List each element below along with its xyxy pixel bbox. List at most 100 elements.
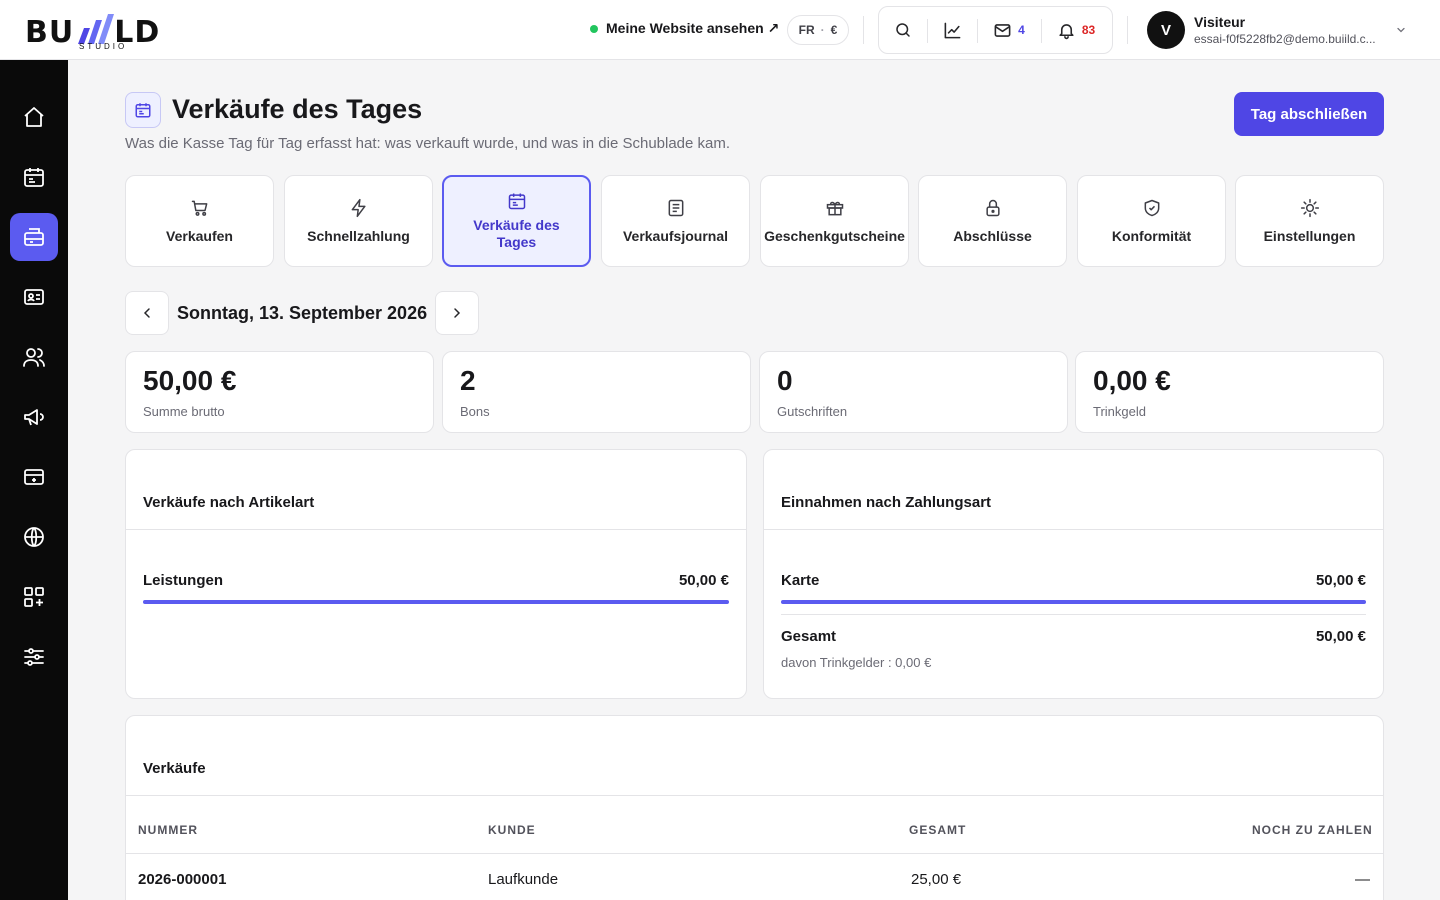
stat-label: Gutschriften [777, 404, 848, 419]
close-day-button[interactable]: Tag abschließen [1234, 92, 1384, 136]
card-title: Verkäufe nach Artikelart [126, 450, 746, 530]
chevron-left-icon [143, 308, 150, 318]
tab-settings[interactable]: Einstellungen [1235, 175, 1384, 267]
column-header-customer[interactable]: KUNDE [488, 823, 536, 837]
type-label: Leistungen [143, 572, 224, 589]
card-title: Verkäufe [126, 716, 1383, 796]
cash-register-icon [24, 228, 44, 246]
tab-closings[interactable]: Abschlüsse [918, 175, 1067, 267]
sidebar-item-apps[interactable] [10, 573, 58, 621]
type-share-bar [143, 600, 729, 604]
page-title-icon [125, 92, 161, 128]
sidebar-item-calendar[interactable] [10, 153, 58, 201]
calendar-icon [24, 168, 44, 187]
sidebar-item-settings[interactable] [10, 633, 58, 681]
document-icon [668, 199, 683, 216]
stat-label: Summe brutto [143, 404, 225, 419]
payment-label: Karte [781, 572, 820, 589]
language-currency-switch[interactable]: FR · € [787, 15, 849, 45]
currency-label: € [830, 23, 838, 37]
chevron-down-icon[interactable] [1395, 24, 1407, 36]
view-website-label: Meine Website ansehen ↗ [606, 20, 780, 36]
tab-label: Abschlüsse [953, 227, 1032, 244]
payment-row: Karte 50,00 € [781, 572, 1366, 589]
analytics-button[interactable] [927, 7, 977, 53]
user-email: essai-f0f5228fb2@demo.buiild.c... [1194, 32, 1376, 46]
sidebar-item-team[interactable] [10, 333, 58, 381]
sidebar-item-contacts[interactable] [10, 273, 58, 321]
column-header-number[interactable]: NUMMER [138, 823, 198, 837]
total-value: 50,00 € [1315, 628, 1366, 645]
sidebar-item-payments[interactable] [10, 453, 58, 501]
tab-label: Geschenkgutscheine [764, 227, 905, 244]
users-icon [23, 348, 45, 367]
tab-sell[interactable]: Verkaufen [125, 175, 274, 267]
stat-gross-total: 50,00 € Summe brutto [125, 351, 434, 433]
divider [863, 16, 864, 44]
stat-tips: 0,00 € Trinkgeld [1075, 351, 1384, 433]
page-subtitle: Was die Kasse Tag für Tag erfasst hat: w… [125, 135, 731, 152]
column-header-due[interactable]: NOCH ZU ZAHLEN [1252, 823, 1373, 837]
sales-by-type-card: Verkäufe nach Artikelart Leistungen 50,0… [125, 449, 747, 699]
tab-sales-journal[interactable]: Verkaufsjournal [601, 175, 750, 267]
sale-customer: Laufkunde [488, 871, 559, 888]
payment-terminal-icon [24, 469, 44, 485]
calendar-icon [135, 103, 151, 118]
chevron-right-icon [454, 308, 461, 318]
tab-label: Verkäufe des Tages [473, 217, 560, 250]
stat-value: 2 [460, 365, 476, 396]
sidebar-item-marketing[interactable] [10, 393, 58, 441]
divider [126, 853, 1383, 854]
revenue-by-payment-card: Einnahmen nach Zahlungsart Karte 50,00 €… [763, 449, 1384, 699]
id-card-icon [24, 289, 44, 305]
tab-label: Einstellungen [1263, 227, 1356, 244]
logo-subtitle: STUDIO [79, 42, 128, 51]
user-name: Visiteur [1194, 14, 1246, 30]
tab-quick-pay[interactable]: Schnellzahlung [284, 175, 433, 267]
stat-receipts: 2 Bons [442, 351, 751, 433]
next-day-button[interactable] [435, 291, 480, 335]
notifications-count: 83 [1081, 23, 1096, 37]
stat-credit-notes: 0 Gutschriften [759, 351, 1068, 433]
current-date: Sonntag, 13. September 2026 [177, 302, 428, 323]
payment-total-row: Gesamt 50,00 € [781, 628, 1366, 645]
tab-daily-sales[interactable]: Verkäufe des Tages [442, 175, 591, 267]
messages-button[interactable]: 4 [977, 7, 1041, 53]
toolbar-group: 4 83 [878, 6, 1113, 54]
apps-icon [24, 587, 44, 607]
stat-value: 0,00 € [1093, 365, 1171, 396]
messages-count: 4 [1018, 23, 1025, 37]
column-header-total[interactable]: GESAMT [909, 823, 966, 837]
card-title: Einnahmen nach Zahlungsart [764, 450, 1383, 530]
logo[interactable]: BU LD STUDIO [25, 8, 185, 52]
top-bar: BU LD STUDIO Meine Website ansehen ↗ FR ·… [0, 0, 1440, 60]
previous-day-button[interactable] [125, 291, 169, 335]
user-menu[interactable]: V Visiteur essai-f0f5228fb2@demo.buiild.… [1147, 11, 1386, 49]
cart-icon [191, 200, 207, 216]
stat-value: 50,00 € [143, 365, 237, 396]
search-button[interactable] [879, 7, 927, 53]
megaphone-icon [24, 409, 44, 426]
sidebar-item-home[interactable] [10, 93, 58, 141]
sales-table-card: Verkäufe [125, 715, 1384, 900]
bell-icon [1059, 23, 1074, 39]
gift-icon [826, 201, 843, 215]
mail-icon [994, 23, 1011, 37]
globe-icon [24, 527, 44, 547]
sale-number[interactable]: 2026-000001 [138, 871, 226, 888]
sale-due: — [1355, 871, 1370, 888]
language-label: FR [798, 23, 815, 37]
online-status-dot [590, 24, 598, 33]
notifications-button[interactable]: 83 [1041, 7, 1111, 53]
stat-label: Trinkgeld [1093, 404, 1146, 419]
payment-value: 50,00 € [1315, 572, 1366, 589]
tab-label: Verkaufen [166, 227, 233, 244]
tab-gift-vouchers[interactable]: Geschenkgutscheine [760, 175, 909, 267]
sidebar-item-register[interactable] [10, 213, 58, 261]
search-icon [896, 23, 910, 37]
type-row: Leistungen 50,00 € [143, 572, 729, 589]
sidebar-item-website[interactable] [10, 513, 58, 561]
calendar-icon [508, 193, 525, 210]
tab-compliance[interactable]: Konformität [1077, 175, 1226, 267]
view-website-link[interactable]: Meine Website ansehen ↗ [590, 20, 779, 37]
